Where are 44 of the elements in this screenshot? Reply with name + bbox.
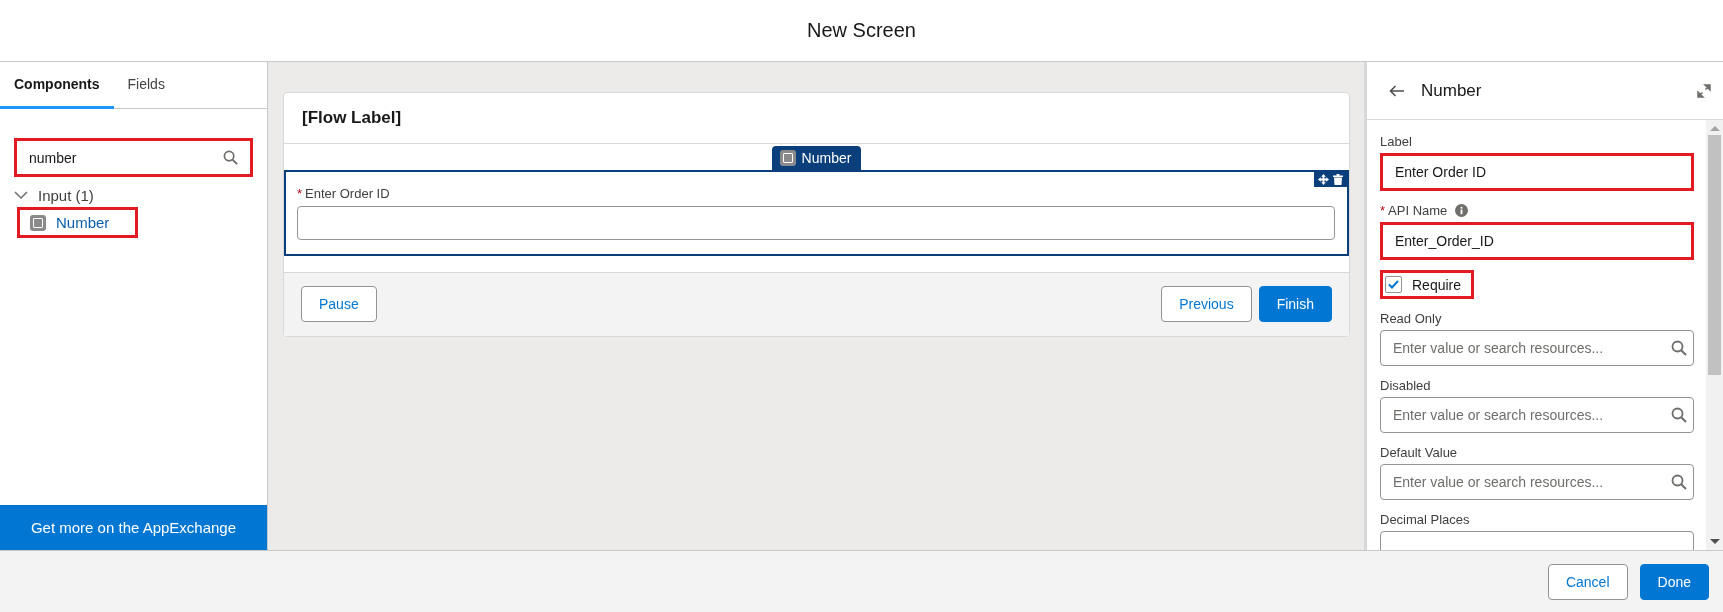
resource-field[interactable]: Enter value or search resources... bbox=[1380, 464, 1694, 500]
back-arrow-icon[interactable] bbox=[1389, 84, 1405, 97]
window-title: New Screen bbox=[807, 19, 916, 42]
footer-button[interactable]: Done bbox=[1639, 563, 1709, 600]
info-icon[interactable] bbox=[1455, 204, 1469, 217]
panel-tab[interactable]: Fields bbox=[113, 62, 179, 109]
footer-button[interactable]: Cancel bbox=[1547, 563, 1628, 600]
chevron-icon[interactable] bbox=[14, 191, 28, 200]
search-field[interactable]: number bbox=[14, 138, 253, 177]
flow-label: [Flow Label] bbox=[302, 108, 402, 128]
field-label: Read Only bbox=[1380, 311, 1442, 326]
expand-icon[interactable] bbox=[1697, 83, 1711, 98]
checkbox-label: Require bbox=[1412, 276, 1462, 293]
field-label: Disabled bbox=[1380, 378, 1431, 393]
panel-tab[interactable]: Components bbox=[0, 62, 114, 109]
number-icon bbox=[30, 214, 46, 231]
field-label: Default Value bbox=[1380, 445, 1458, 460]
resource-field[interactable]: Enter value or search resources... bbox=[1380, 397, 1694, 433]
search-icon bbox=[223, 150, 238, 165]
component-tab[interactable]: Number bbox=[771, 146, 862, 170]
field-label: * Enter Order ID bbox=[297, 186, 391, 201]
field-label: Decimal Places bbox=[1380, 512, 1470, 527]
text-field[interactable]: Enter_Order_ID bbox=[1380, 222, 1694, 260]
flow-button[interactable]: Finish bbox=[1258, 286, 1332, 322]
flow-button[interactable]: Previous bbox=[1161, 286, 1252, 322]
resource-field[interactable]: Enter value or search resources... bbox=[1380, 330, 1694, 366]
move-icon[interactable] bbox=[1318, 174, 1329, 185]
order-id-input[interactable] bbox=[297, 206, 1335, 240]
delete-icon[interactable] bbox=[1333, 174, 1343, 185]
field-label: Label bbox=[1380, 134, 1412, 149]
scrollbar[interactable] bbox=[1706, 120, 1723, 550]
search-icon bbox=[1671, 407, 1687, 423]
checkmark-icon bbox=[1388, 280, 1399, 289]
group-label: Input (1) bbox=[38, 187, 94, 204]
text-field[interactable]: Enter Order ID bbox=[1380, 153, 1694, 191]
component-item[interactable]: Number bbox=[17, 207, 139, 238]
checkbox[interactable] bbox=[1385, 276, 1402, 293]
selected-component[interactable]: * Enter Order ID bbox=[284, 170, 1349, 256]
search-icon bbox=[1671, 474, 1687, 490]
flow-button[interactable]: Pause bbox=[301, 286, 377, 322]
field-label: * API Name bbox=[1380, 203, 1448, 218]
panel-title: Number bbox=[1421, 80, 1483, 101]
search-icon bbox=[1671, 340, 1687, 356]
appexchange-button[interactable]: Get more on the AppExchange bbox=[0, 505, 267, 550]
